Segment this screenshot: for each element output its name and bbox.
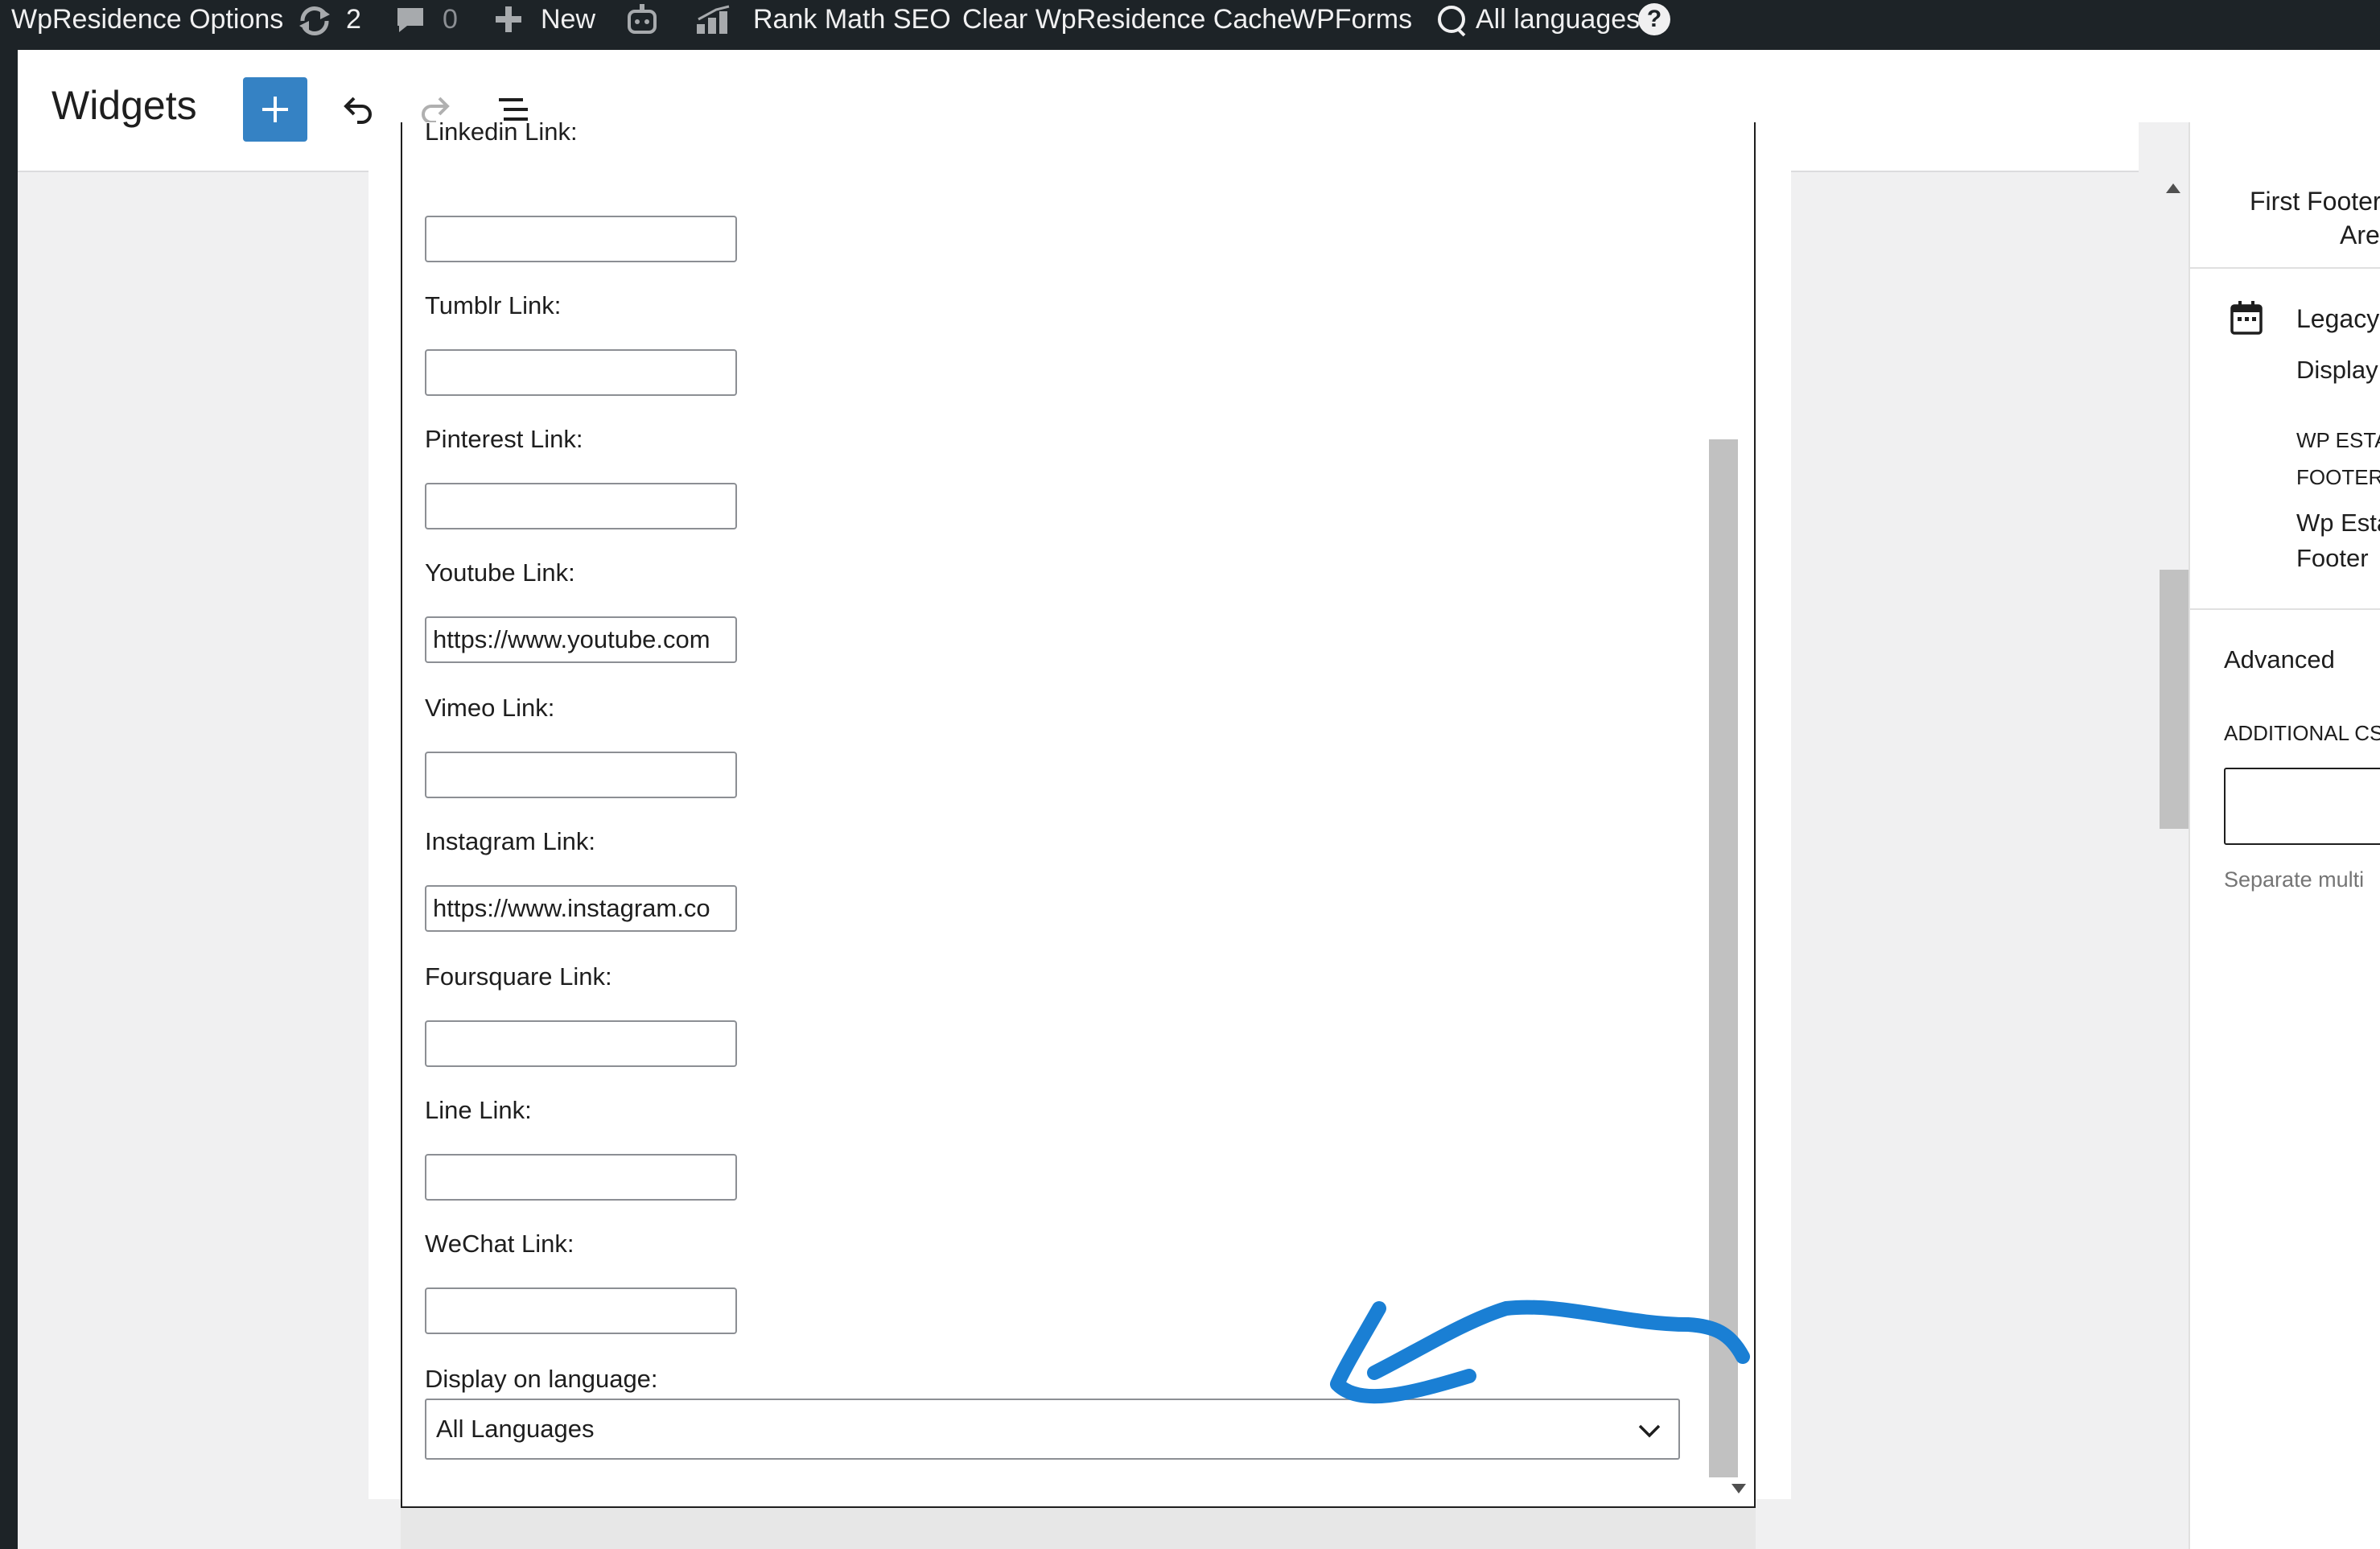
redo-icon[interactable]: [417, 93, 455, 126]
line-label: Line Link:: [425, 1096, 532, 1124]
translate-icon[interactable]: [1435, 3, 1469, 39]
plus-icon[interactable]: [494, 5, 523, 34]
additional-css-input[interactable]: [2224, 768, 2380, 845]
pinterest-label: Pinterest Link:: [425, 425, 583, 453]
settings-sidebar: First Footer Area Legacy Display WP ESTA…: [2189, 122, 2380, 1549]
sidebar-scrollbar-thumb[interactable]: [2160, 570, 2189, 829]
comment-icon[interactable]: [394, 5, 426, 35]
help-icon[interactable]: ?: [1638, 3, 1670, 35]
widget-area-title[interactable]: First Footer: [2250, 187, 2380, 216]
widget-name-line2: FOOTER: [2296, 465, 2380, 489]
display-language-label: Display on language:: [425, 1365, 658, 1393]
widget-description-line2: Footer: [2296, 544, 2369, 572]
widget-name: WP ESTA: [2296, 428, 2380, 452]
calendar-icon: [2230, 301, 2263, 335]
wechat-input[interactable]: [425, 1287, 737, 1334]
divider: [2190, 608, 2380, 610]
updates-count[interactable]: 2: [346, 0, 361, 40]
line-input[interactable]: [425, 1154, 737, 1201]
pinterest-input[interactable]: [425, 483, 737, 529]
widget-description: Wp Esta: [2296, 509, 2380, 537]
language-switcher[interactable]: All languages: [1476, 0, 1640, 40]
new-menu[interactable]: New: [541, 0, 595, 40]
clear-cache-button[interactable]: Clear WpResidence Cache: [962, 0, 1292, 40]
admin-bar-site-options[interactable]: WpResidence Options: [11, 0, 283, 40]
vimeo-input[interactable]: [425, 752, 737, 798]
scroll-down-arrow-icon[interactable]: [1730, 1482, 1748, 1495]
next-widget-collapsed[interactable]: [401, 1508, 1756, 1549]
additional-css-label: ADDITIONAL CS: [2224, 721, 2380, 745]
linkedin-input[interactable]: [425, 216, 737, 262]
youtube-label: Youtube Link:: [425, 558, 575, 587]
foursquare-label: Foursquare Link:: [425, 962, 612, 991]
admin-bar: WpResidence Options 2 0 New Rank Math SE…: [0, 0, 2380, 50]
wpforms-menu[interactable]: WPForms: [1291, 0, 1412, 40]
language-select-value: All Languages: [436, 1415, 595, 1443]
instagram-label: Instagram Link:: [425, 827, 595, 855]
block-title: Legacy: [2296, 304, 2380, 333]
vimeo-label: Vimeo Link:: [425, 694, 555, 722]
widget-area-title-line2[interactable]: Area: [2340, 220, 2380, 250]
list-view-icon[interactable]: [496, 93, 534, 126]
scroll-up-arrow-icon[interactable]: [2164, 182, 2182, 195]
youtube-input[interactable]: [425, 616, 737, 663]
rank-math-seo-menu[interactable]: Rank Math SEO: [753, 0, 951, 40]
divider: [2190, 267, 2380, 269]
advanced-panel-toggle[interactable]: Advanced: [2224, 645, 2335, 674]
arrow-annotation-icon: [1330, 1300, 1750, 1404]
page-title: Widgets: [51, 83, 197, 128]
instagram-input[interactable]: [425, 885, 737, 932]
css-help-text: Separate multi: [2224, 867, 2365, 892]
add-block-button[interactable]: [243, 77, 307, 142]
bot-icon[interactable]: [623, 2, 661, 37]
updates-icon[interactable]: [296, 3, 333, 37]
block-description: Display: [2296, 356, 2378, 384]
linkedin-label: Linkedin Link:: [425, 122, 578, 146]
rank-math-icon[interactable]: [694, 5, 737, 35]
comments-count[interactable]: 0: [443, 0, 458, 40]
undo-icon[interactable]: [338, 93, 377, 126]
wechat-label: WeChat Link:: [425, 1230, 574, 1258]
tumblr-input[interactable]: [425, 349, 737, 396]
plus-icon: [262, 97, 288, 122]
foursquare-input[interactable]: [425, 1020, 737, 1067]
tumblr-label: Tumblr Link:: [425, 291, 562, 319]
